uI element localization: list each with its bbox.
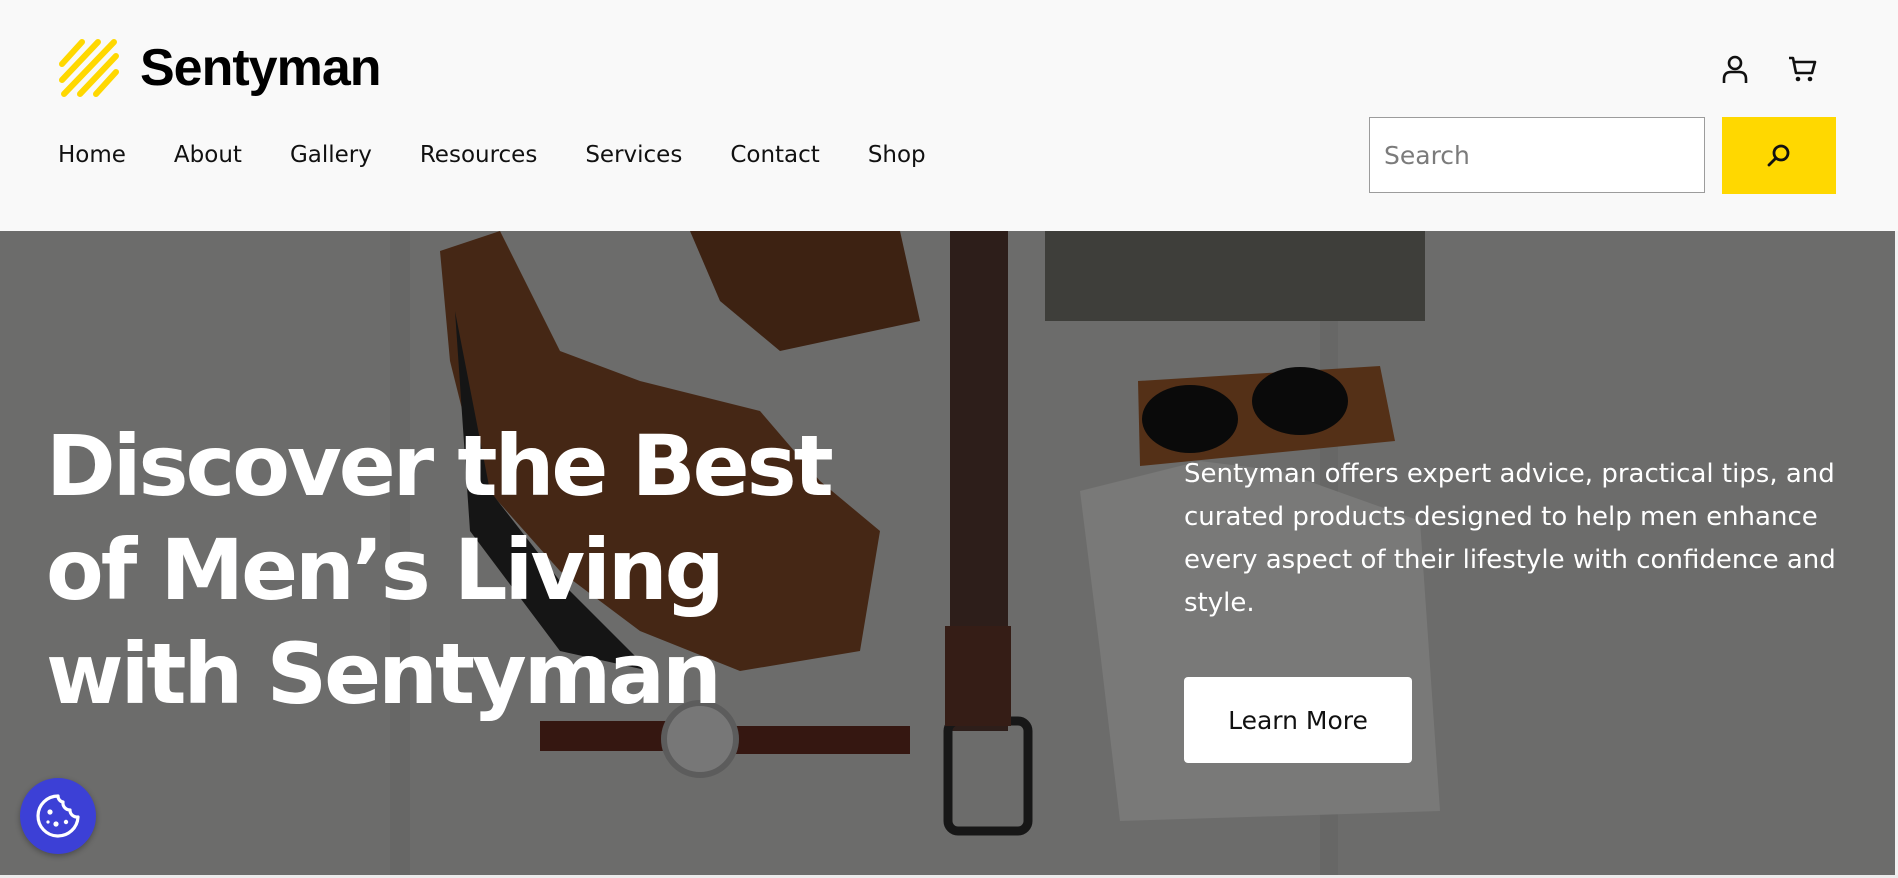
hero-description: Sentyman offers expert advice, practical… xyxy=(1184,459,1836,618)
nav-item-about[interactable]: About xyxy=(174,140,242,170)
user-icon xyxy=(1722,55,1748,83)
nav-item-contact[interactable]: Contact xyxy=(730,140,819,170)
logo-stripes-icon xyxy=(59,39,119,97)
cart-button[interactable] xyxy=(1786,52,1818,86)
logo-link[interactable]: Sentyman xyxy=(58,36,382,100)
nav-item-services[interactable]: Services xyxy=(585,140,682,170)
cookie-settings-button[interactable] xyxy=(20,778,96,854)
hero-title: Discover the Best of Men’s Living with S… xyxy=(46,417,834,723)
nav-item-resources[interactable]: Resources xyxy=(420,140,537,170)
search-input[interactable] xyxy=(1369,117,1705,193)
account-button[interactable] xyxy=(1719,52,1751,86)
cookie-icon xyxy=(36,794,80,838)
site-title: Sentyman xyxy=(140,39,382,97)
search-button[interactable] xyxy=(1722,117,1836,194)
learn-more-button[interactable]: Learn More xyxy=(1184,677,1412,763)
nav-item-shop[interactable]: Shop xyxy=(868,140,926,170)
main-navigation: Home About Gallery Resources Services Co… xyxy=(58,140,974,170)
hero-section: Discover the Best of Men’s Living with S… xyxy=(0,231,1895,875)
site-header: Sentyman Home About Gallery Resources Se… xyxy=(0,0,1898,231)
nav-item-home[interactable]: Home xyxy=(58,140,126,170)
cart-icon xyxy=(1789,56,1817,82)
search-icon xyxy=(1767,144,1790,166)
page: Sentyman Home About Gallery Resources Se… xyxy=(0,0,1898,878)
nav-item-gallery[interactable]: Gallery xyxy=(290,140,372,170)
